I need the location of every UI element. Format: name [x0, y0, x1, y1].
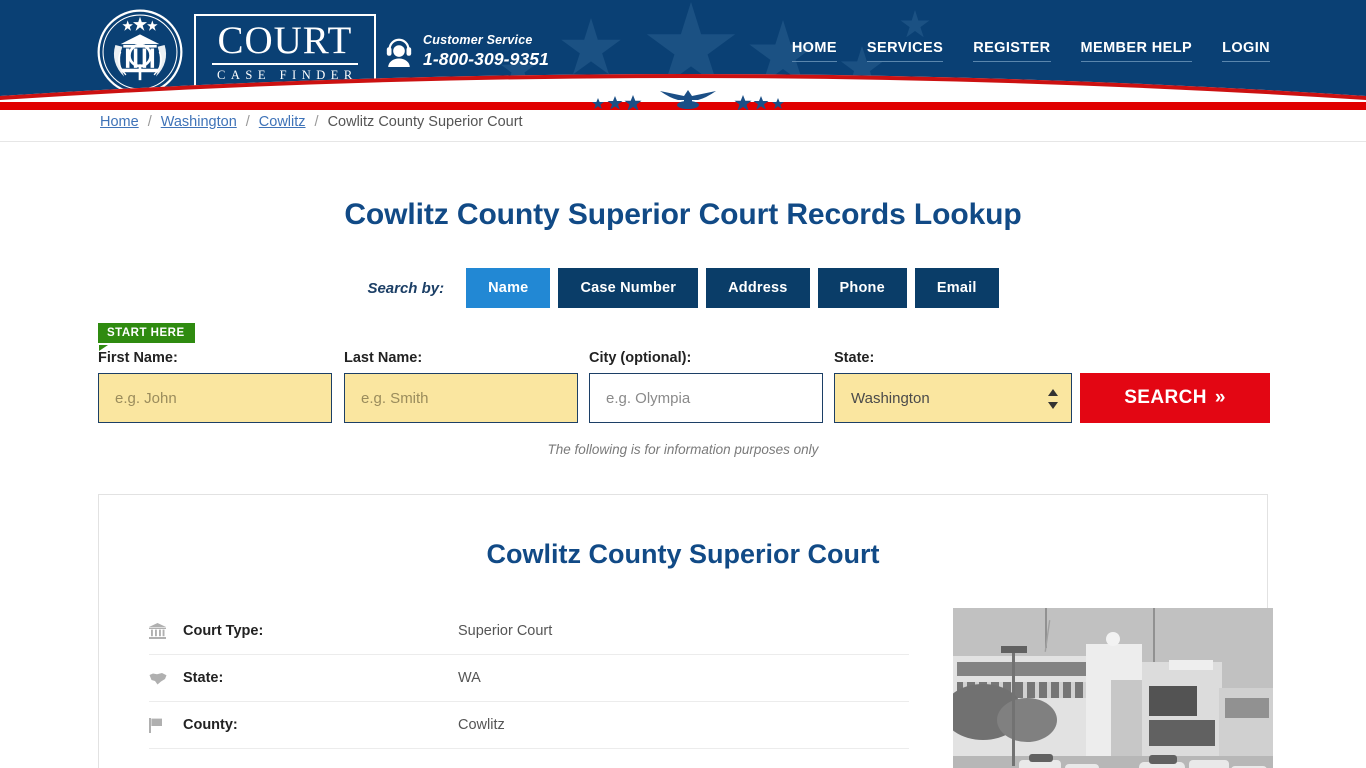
row-value: Superior Court: [458, 623, 553, 639]
search-button-label: SEARCH: [1124, 387, 1207, 408]
field-city: City (optional): e.g. Olympia: [589, 350, 834, 423]
tab-phone[interactable]: Phone: [817, 268, 907, 308]
nav-item-services[interactable]: SERVICES: [866, 40, 944, 62]
first-name-label: First Name:: [98, 350, 178, 366]
row-key: Court Type:: [183, 623, 264, 639]
city-label: City (optional):: [589, 350, 692, 366]
field-last-name: Last Name: e.g. Smith: [344, 350, 589, 423]
last-name-input[interactable]: e.g. Smith: [344, 373, 578, 423]
nav-item-home[interactable]: HOME: [791, 40, 837, 62]
tab-case-number[interactable]: Case Number: [558, 268, 699, 308]
bank-building-icon: [149, 623, 183, 639]
field-state: State: Washington: [834, 350, 1080, 423]
table-row: Court Type: Superior Court: [149, 608, 909, 655]
breadcrumb-separator: /: [245, 113, 250, 130]
court-info-card: Cowlitz County Superior Court Court Type…: [98, 494, 1273, 768]
breadcrumb-item-washington[interactable]: Washington: [161, 114, 237, 130]
double-chevron-icon: »: [1214, 387, 1226, 408]
table-row: State: WA: [149, 655, 909, 702]
tab-email[interactable]: Email: [914, 268, 999, 308]
row-value: Cowlitz: [458, 717, 505, 733]
eagle-emblem: [588, 88, 788, 111]
court-details-table: Court Type: Superior Court State: WA Cou…: [149, 608, 909, 768]
row-key: State:: [183, 670, 224, 686]
search-by-tabs: Search by: Name Case Number Address Phon…: [0, 268, 1366, 308]
table-row: County: Cowlitz: [149, 702, 909, 749]
start-here-badge: START HERE: [98, 323, 195, 343]
courthouse-photo: [953, 608, 1273, 768]
row-value: WA: [458, 670, 481, 686]
nav-item-member-help[interactable]: MEMBER HELP: [1080, 40, 1193, 62]
state-label: State:: [834, 350, 875, 366]
tab-address[interactable]: Address: [706, 268, 810, 308]
breadcrumb-separator: /: [314, 113, 319, 130]
nav-item-register[interactable]: REGISTER: [973, 40, 1051, 62]
state-select-value: Washington: [851, 389, 930, 407]
search-form: START HERE First Name: e.g. John Last Na…: [0, 318, 1366, 457]
page-title: Cowlitz County Superior Court Records Lo…: [344, 198, 1022, 231]
first-name-input[interactable]: e.g. John: [98, 373, 332, 423]
nav-item-login[interactable]: LOGIN: [1222, 40, 1270, 62]
breadcrumb-item-current: Cowlitz County Superior Court: [327, 113, 523, 130]
headset-support-icon: [386, 38, 412, 67]
field-first-name: First Name: e.g. John: [98, 350, 334, 423]
search-by-label: Search by:: [367, 279, 445, 297]
site-header: COURT CASE FINDER Customer Service 1-800…: [0, 0, 1366, 102]
search-button[interactable]: SEARCH »: [1080, 373, 1270, 423]
main-navigation: HOME SERVICES REGISTER MEMBER HELP LOGIN: [791, 40, 1270, 62]
city-input[interactable]: e.g. Olympia: [589, 373, 823, 423]
breadcrumb-item-home[interactable]: Home: [100, 114, 139, 130]
usa-map-icon: [149, 672, 183, 685]
breadcrumb-item-cowlitz[interactable]: Cowlitz: [259, 114, 306, 130]
court-name-heading: Cowlitz County Superior Court: [486, 539, 880, 569]
last-name-label: Last Name:: [344, 350, 423, 366]
disclaimer-note: The following is for information purpose…: [547, 442, 819, 457]
customer-service-block: Customer Service 1-800-309-9351: [384, 33, 549, 69]
chevron-updown-icon: [1048, 389, 1058, 409]
breadcrumb-separator: /: [147, 113, 152, 130]
logo-word-court: COURT: [212, 21, 358, 66]
state-select[interactable]: Washington: [834, 373, 1072, 423]
row-key: County:: [183, 717, 238, 733]
tab-name[interactable]: Name: [466, 268, 551, 308]
customer-service-label: Customer Service: [423, 33, 533, 47]
start-here-badge-tail: [99, 345, 108, 351]
flag-icon: [149, 717, 183, 733]
